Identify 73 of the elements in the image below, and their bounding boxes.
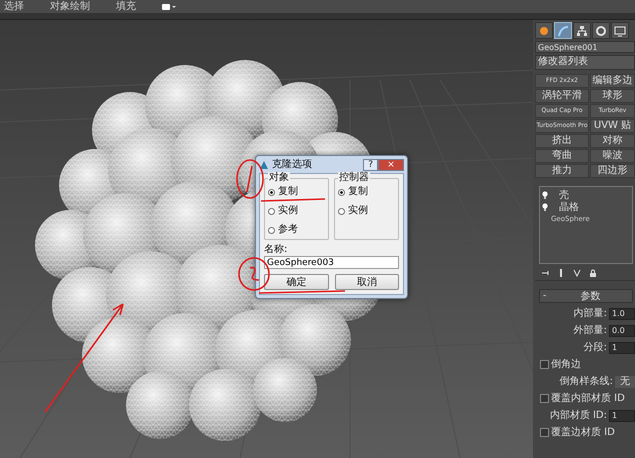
name-label: 名称: [264,244,288,256]
menu-item[interactable]: 选择 [4,0,24,12]
lightbulb-icon [542,203,548,211]
panel-tab[interactable] [573,22,591,39]
checkbox-label: 覆盖边材质 ID [551,426,615,438]
spinner-field[interactable]: 1 [609,410,635,422]
modifier-button[interactable]: 球形 [590,89,635,103]
checkbox[interactable] [540,394,549,403]
checkbox-label: 倒角边 [551,358,581,370]
dialog-title: 克隆选项 [272,158,313,170]
group-title: 对象 [268,172,290,183]
panel-tab[interactable] [611,22,629,39]
sphere-icon [538,24,550,36]
modifier-button[interactable]: 噪波 [590,149,635,163]
mesh-sphere [126,371,194,439]
dropdown-field[interactable]: 无 [615,376,635,388]
curve-icon [557,24,569,36]
modifier-button[interactable]: 挤出 [535,134,589,148]
param-label: 内部量: [574,308,607,320]
lightbulb-icon [542,191,548,199]
param-label: 外部量: [574,324,607,336]
modifier-button[interactable]: 推力 [535,164,589,178]
annotation-underline [260,197,326,203]
mesh-sphere [189,369,261,441]
param-label: 分段: [584,342,607,354]
fork-icon [573,269,581,277]
checkbox[interactable] [540,360,549,369]
modifier-button[interactable]: 对称 [590,134,635,148]
dialog-button[interactable]: 取消 [334,274,399,290]
modifier-button[interactable]: 编辑多边 [590,74,635,88]
close-button[interactable]: × [378,158,404,170]
radio-option[interactable]: 实例 [268,205,298,217]
rollout-title: 参数 [580,290,602,302]
modifier-button[interactable]: 四边形 [590,164,635,178]
checkbox[interactable] [540,428,549,437]
object-name-field[interactable]: GeoSphere001 [535,41,635,53]
lock-icon [589,269,597,277]
panel-tab[interactable] [535,22,553,39]
rollout-header[interactable]: - 参数 [539,289,633,303]
help-button[interactable]: ? [363,158,378,170]
monitor-icon [614,24,626,36]
modifier-button[interactable]: 涡轮平滑 [535,89,589,103]
menu-item[interactable]: 填充 [116,0,136,12]
panel-tab[interactable] [592,22,610,39]
bar-icon [557,269,565,277]
spinner-field[interactable]: 1 [609,342,635,354]
mesh-sphere [253,358,317,422]
stack-item[interactable]: 壳 [551,190,569,200]
pin-icon [541,269,549,277]
hierarchy-icon [576,24,588,36]
name-field[interactable]: GeoSphere003 [264,256,399,269]
spinner-field[interactable]: 1.0 [609,308,635,320]
modifier-button[interactable]: UVW 贴 [590,119,635,133]
collapse-toggle[interactable]: - [540,291,550,301]
param-label: 内部材质 ID: [550,410,607,422]
radio-option[interactable]: 复制 [268,186,298,198]
menu-item[interactable]: 对象绘制 [50,0,90,12]
radio-option[interactable]: 复制 [338,186,368,198]
modifier-button[interactable]: 弯曲 [535,149,589,163]
group-title: 控制器 [338,172,370,183]
stack-item[interactable]: 晶格 [551,202,579,212]
app-logo-icon [259,160,269,170]
camera-dropdown-icon [162,2,176,10]
mesh-sphere [279,304,351,376]
radio-option[interactable]: 参考 [268,224,298,236]
checkbox-label: 覆盖内部材质 ID [551,392,625,404]
annotation-circle [235,158,265,200]
param-label: 倒角样条线: [560,376,613,388]
modifier-list-dropdown[interactable]: 修改器列表 [535,55,635,70]
dialog-button[interactable]: 确定 [264,274,328,290]
circle-icon [595,24,607,36]
radio-option[interactable]: 实例 [338,205,368,217]
spinner-field[interactable]: 0.0 [609,324,635,336]
